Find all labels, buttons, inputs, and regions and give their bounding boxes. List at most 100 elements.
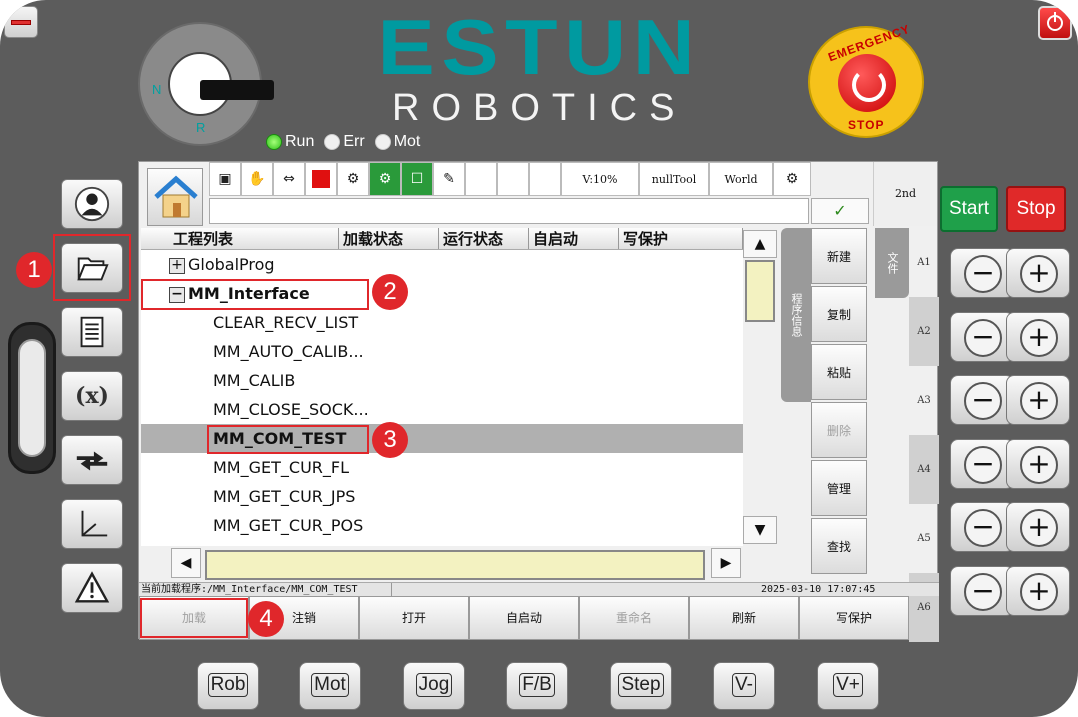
second-function-button[interactable]: 2nd xyxy=(873,162,937,226)
windows-icon[interactable]: ▣ xyxy=(209,162,241,196)
expand-icon[interactable]: + xyxy=(169,257,185,274)
list-item[interactable]: MM_CALIB xyxy=(141,366,743,395)
scroll-right-icon[interactable]: ▶ xyxy=(711,548,741,578)
io-button[interactable] xyxy=(61,435,123,485)
key-jog-button[interactable]: Jog xyxy=(403,662,465,710)
stop-square-icon[interactable] xyxy=(305,162,337,196)
autostart-button[interactable]: 自启动 xyxy=(469,596,579,640)
jog-minus-button-a3[interactable]: − xyxy=(950,375,1014,425)
start-button[interactable]: Start xyxy=(940,186,998,232)
list-item[interactable]: MM_GET_CUR_FL xyxy=(141,453,743,482)
variable-icon: (x) xyxy=(75,383,109,409)
hand-tool-icon[interactable]: ✋ xyxy=(241,162,273,196)
power-button[interactable] xyxy=(1038,6,1072,40)
variable-button[interactable]: (x) xyxy=(61,371,123,421)
empty-slot-1 xyxy=(465,162,497,196)
scroll-thumb[interactable] xyxy=(745,260,775,322)
list-item[interactable]: MM_CLOSE_SOCK... xyxy=(141,395,743,424)
velocity-display[interactable]: V:10% xyxy=(561,162,639,196)
tool-display[interactable]: nullTool xyxy=(639,162,709,196)
scroll-left-icon[interactable]: ◀ xyxy=(171,548,201,578)
key-rob-button[interactable]: Rob xyxy=(197,662,259,710)
jog-plus-button-a4[interactable]: + xyxy=(1006,438,1070,489)
stop-button[interactable]: Stop xyxy=(1006,186,1066,232)
jog-minus-button-a1[interactable]: − xyxy=(950,248,1014,298)
jog-mode-icon[interactable]: ⇔ xyxy=(273,162,305,196)
list-item[interactable]: MM_AUTO_CALIB... xyxy=(141,337,743,366)
paste-button[interactable]: 粘贴 xyxy=(811,344,867,400)
list-item-label: MM_AUTO_CALIB... xyxy=(213,342,364,361)
transfer-arrows-icon xyxy=(76,451,108,471)
refresh-button[interactable]: 刷新 xyxy=(689,596,799,640)
list-item-label: GlobalProg xyxy=(188,255,275,274)
horizontal-scrollbar[interactable]: ◀ ▶ xyxy=(171,548,771,580)
vertical-scrollbar[interactable]: ▲ ▼ xyxy=(743,230,777,546)
manage-button[interactable]: 管理 xyxy=(811,460,867,516)
copy-button[interactable]: 复制 xyxy=(811,286,867,342)
minimize-button[interactable] xyxy=(4,6,38,38)
horizontal-scroll-thumb[interactable] xyxy=(205,550,705,580)
robot-green-icon[interactable]: ⚙ xyxy=(369,162,401,196)
list-item-label: MM_GET_CUR_FL xyxy=(213,458,350,477)
enable-switch[interactable] xyxy=(8,322,56,474)
key-f-b-button[interactable]: F/B xyxy=(506,662,568,710)
home-button[interactable] xyxy=(147,168,203,226)
open-button[interactable]: 打开 xyxy=(359,596,469,640)
column-autostart[interactable]: 自启动 xyxy=(529,228,619,249)
jog-plus-button-a6[interactable]: + xyxy=(1006,565,1070,616)
user-button[interactable] xyxy=(61,179,123,229)
confirm-check-icon[interactable]: ✓ xyxy=(811,198,869,224)
new-button[interactable]: 新建 xyxy=(811,228,867,284)
current-program-status: 当前加载程序:/MM_Interface/MM_COM_TEST xyxy=(141,584,358,595)
robot-status-icon[interactable]: ⚙ xyxy=(773,162,811,196)
mode-key-switch[interactable]: N R xyxy=(138,22,274,146)
status-indicators: Run Err Mot xyxy=(266,133,420,151)
jog-minus-button-a6[interactable]: − xyxy=(950,565,1014,616)
toolbar: ▣ ✋ ⇔ ⚙ ⚙ ☐ ✎ V:10% nullTool World ⚙ xyxy=(209,162,811,196)
scroll-up-icon[interactable]: ▲ xyxy=(743,230,777,258)
jog-minus-button-a5[interactable]: − xyxy=(950,502,1014,552)
scroll-down-icon[interactable]: ▼ xyxy=(743,516,777,544)
jog-plus-button-a2[interactable]: + xyxy=(1006,311,1070,362)
write-icon[interactable]: ✎ xyxy=(433,162,465,196)
delete-button[interactable]: 删除 xyxy=(811,402,867,458)
jog-minus-button-a4[interactable]: − xyxy=(950,438,1014,489)
key-v-button[interactable]: V+ xyxy=(817,662,879,710)
find-button[interactable]: 查找 xyxy=(811,518,867,574)
jog-plus-button-a3[interactable]: + xyxy=(1006,375,1070,425)
key-label-r: R xyxy=(196,120,206,135)
column-run-state[interactable]: 运行状态 xyxy=(439,228,529,249)
tab-file[interactable]: 文件 xyxy=(875,228,909,298)
emergency-stop-button[interactable]: EMERGENCY STOP xyxy=(808,22,924,138)
jog-minus-button-a2[interactable]: − xyxy=(950,311,1014,362)
indicator-err: Err xyxy=(324,133,365,151)
key-v-button[interactable]: V- xyxy=(713,662,775,710)
command-input[interactable] xyxy=(209,198,809,224)
list-item[interactable]: MM_GET_CUR_POS xyxy=(141,511,743,540)
key-step-button[interactable]: Step xyxy=(610,662,672,710)
column-write-protect[interactable]: 写保护 xyxy=(619,228,743,249)
column-load-state[interactable]: 加载状态 xyxy=(339,228,439,249)
coordinate-button[interactable] xyxy=(61,499,123,549)
robot-face-icon[interactable]: ☐ xyxy=(401,162,433,196)
jog-plus-button-a5[interactable]: + xyxy=(1006,502,1070,552)
alarm-button[interactable] xyxy=(61,563,123,613)
tab-program-info[interactable]: 程序信息 xyxy=(781,228,811,402)
list-item[interactable]: CLEAR_RECV_LIST xyxy=(141,308,743,337)
list-item[interactable]: MM_GET_CUR_JPS xyxy=(141,482,743,511)
minus-icon: − xyxy=(964,509,1002,547)
project-list-header: 工程列表 加载状态 运行状态 自启动 写保护 xyxy=(141,228,743,250)
jog-plus-button-a1[interactable]: + xyxy=(1006,248,1070,298)
user-icon xyxy=(74,186,110,222)
list-item-label: MM_GET_CUR_POS xyxy=(213,516,364,535)
rename-button[interactable]: 重命名 xyxy=(579,596,689,640)
list-item[interactable]: + GlobalProg xyxy=(141,250,743,279)
key-mot-button[interactable]: Mot xyxy=(299,662,361,710)
brand-subtitle: ROBOTICS xyxy=(392,87,687,129)
robot-arm-icon[interactable]: ⚙ xyxy=(337,162,369,196)
column-project-list[interactable]: 工程列表 xyxy=(141,228,339,249)
program-button[interactable] xyxy=(61,307,123,357)
axis-a3: A3 xyxy=(917,395,931,406)
frame-display[interactable]: World xyxy=(709,162,773,196)
write-protect-button[interactable]: 写保护 xyxy=(799,596,909,640)
